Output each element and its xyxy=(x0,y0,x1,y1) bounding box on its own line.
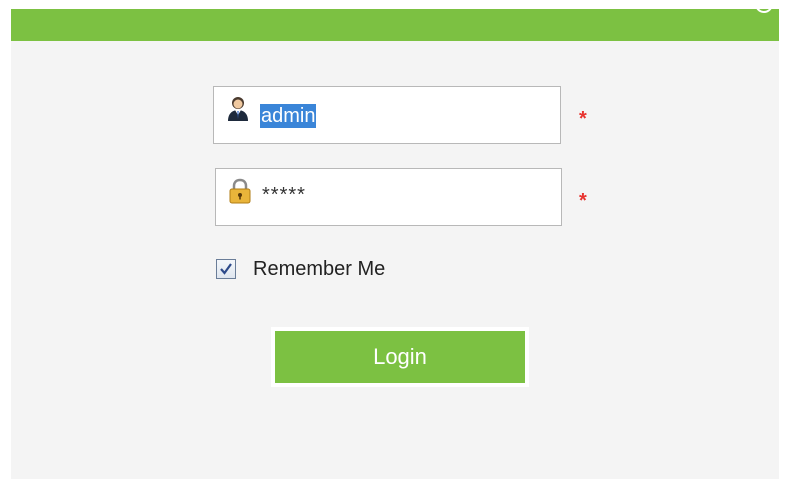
top-bar xyxy=(11,0,779,41)
remember-me-label: Remember Me xyxy=(253,258,386,280)
login-panel: admin * ***** * Remember Me Login xyxy=(11,0,779,479)
remember-me-checkbox[interactable] xyxy=(216,259,236,279)
password-field[interactable]: ***** xyxy=(215,168,562,226)
username-field[interactable]: admin xyxy=(213,86,561,144)
username-required-mark: * xyxy=(579,108,587,130)
login-button-frame: Login xyxy=(271,327,529,387)
username-value: admin xyxy=(260,104,317,128)
password-required-mark: * xyxy=(579,190,587,212)
user-icon xyxy=(224,95,252,123)
corner-circle-icon xyxy=(755,0,773,13)
password-value: ***** xyxy=(262,184,306,206)
lock-icon xyxy=(226,177,254,205)
login-button[interactable]: Login xyxy=(275,331,525,383)
